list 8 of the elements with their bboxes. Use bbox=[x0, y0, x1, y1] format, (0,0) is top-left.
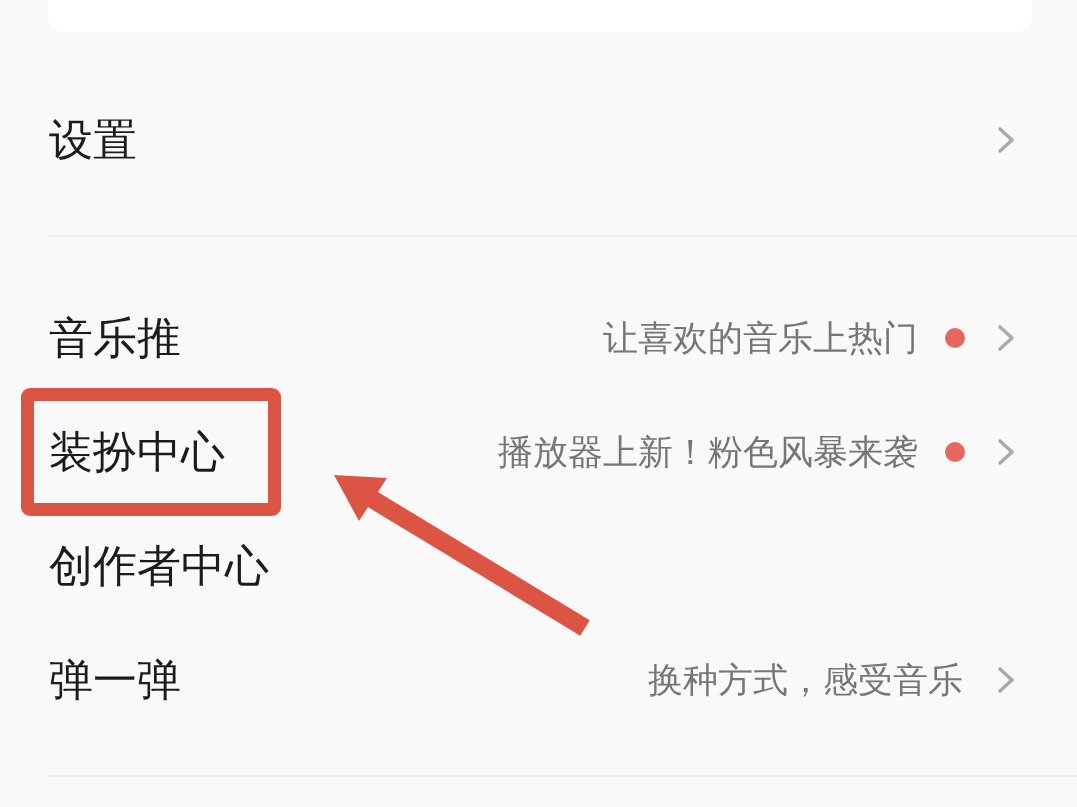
item-subtitle: 播放器上新！粉色风暴来袭 bbox=[498, 431, 918, 473]
menu-item-label[interactable]: 装扮中心 bbox=[49, 425, 225, 479]
menu-item-label[interactable]: 音乐推 bbox=[49, 311, 181, 365]
menu-item-label[interactable]: 弹一弹 bbox=[49, 653, 181, 707]
item-subtitle: 让喜欢的音乐上热门 bbox=[603, 317, 918, 359]
menu-item-label[interactable]: 创作者中心 bbox=[49, 539, 269, 593]
item-subtitle: 换种方式，感受音乐 bbox=[648, 659, 963, 701]
menu-item-label[interactable]: 设置 bbox=[49, 113, 137, 167]
